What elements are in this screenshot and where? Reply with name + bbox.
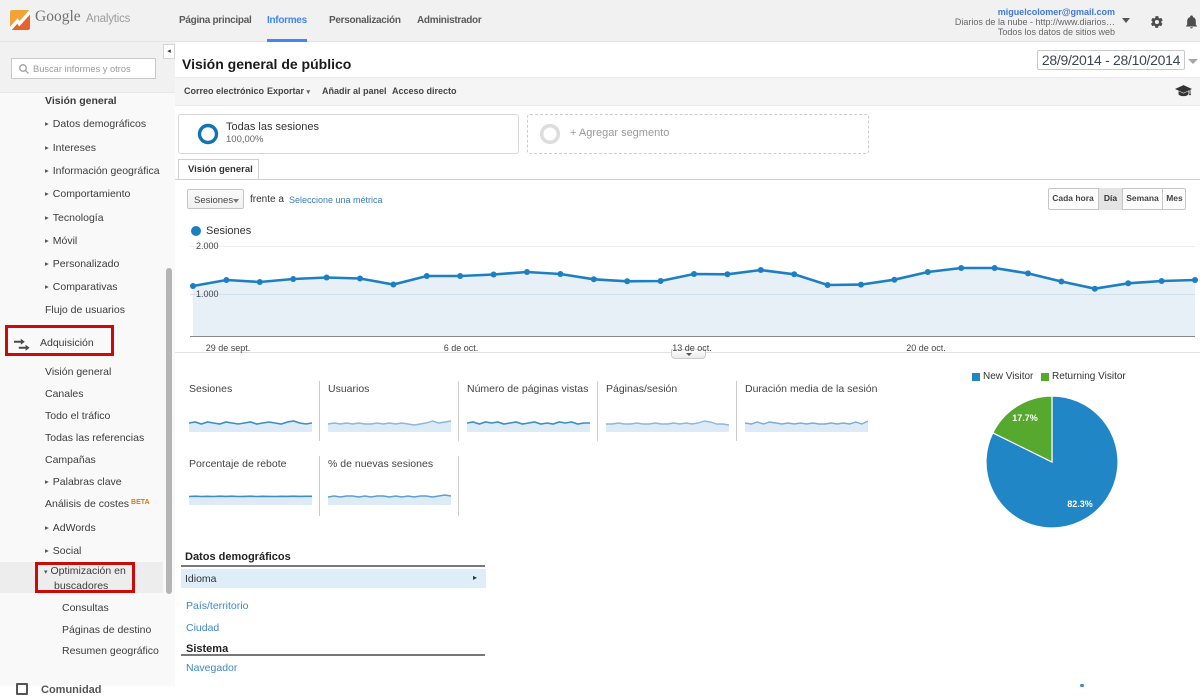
- svg-text:82.3%: 82.3%: [1067, 499, 1093, 509]
- svg-text:17.7%: 17.7%: [1012, 413, 1038, 423]
